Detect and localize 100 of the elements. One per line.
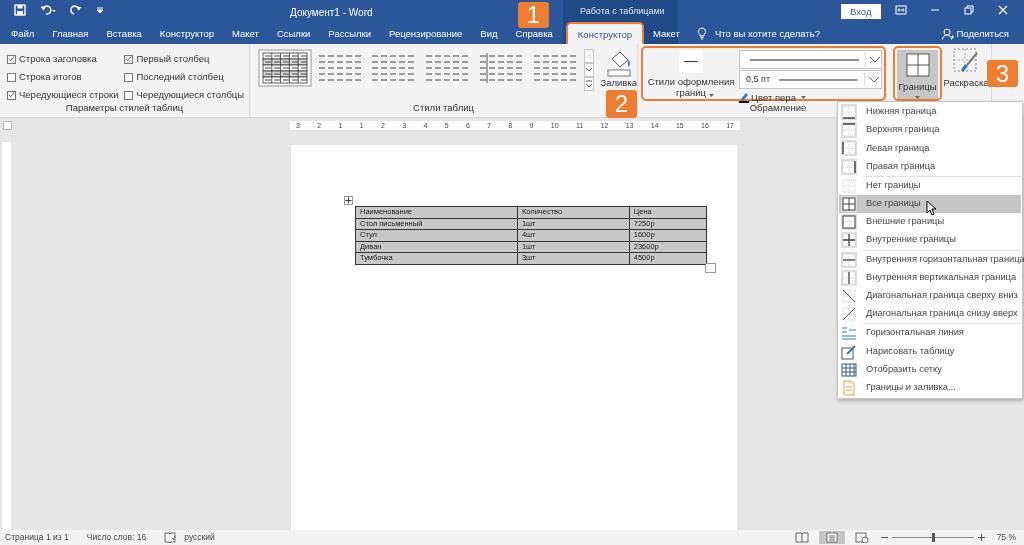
group-label: Обрамление: [749, 101, 807, 115]
zoom-level[interactable]: 75 %: [996, 531, 1016, 544]
checkbox[interactable]: [7, 54, 16, 64]
redo-icon[interactable]: [70, 4, 82, 16]
paint-bucket-icon: [605, 49, 632, 77]
group-label: Стили таблиц: [413, 100, 474, 115]
zoom-slider-thumb[interactable]: [931, 533, 935, 542]
share-button[interactable]: Поделиться: [932, 27, 1018, 41]
menu-item[interactable]: Верхняя граница: [839, 121, 1021, 140]
diagonal-down-border-icon: [841, 287, 857, 304]
web-layout-icon[interactable]: [854, 532, 869, 543]
ribbon-tab[interactable]: Вид: [471, 27, 507, 41]
border-styles-button[interactable]: Стили оформления границ: [645, 50, 737, 97]
zoom-out-icon[interactable]: [880, 534, 888, 541]
person-icon: [941, 28, 954, 40]
left-border-icon: [841, 140, 857, 157]
ribbon-tab[interactable]: Рецензирование: [380, 27, 472, 41]
menu-item[interactable]: Диагональная граница сверху вниз: [839, 286, 1021, 306]
save-icon[interactable]: [14, 4, 26, 16]
menu-item[interactable]: Нижняя граница: [839, 103, 1021, 122]
shading-button[interactable]: Заливка: [600, 49, 637, 88]
menu-item[interactable]: Границы и заливка...: [839, 378, 1021, 397]
document-icon: [841, 379, 857, 396]
line-style-dropdown[interactable]: [739, 50, 882, 69]
menu-item[interactable]: Внутренняя вертикальная граница: [839, 268, 1021, 287]
top-border-icon: [841, 122, 857, 139]
pen-weight-sample-icon: [779, 71, 881, 88]
more-styles-icon[interactable]: [584, 77, 595, 91]
group-label: Параметры стилей таблиц: [65, 100, 184, 115]
pen-weight-dropdown[interactable]: 0,5 пт: [739, 70, 882, 89]
ribbon-tab[interactable]: Макет: [644, 27, 689, 41]
menu-item[interactable]: Нет границы: [839, 176, 1021, 195]
borders-icon: [905, 53, 930, 77]
ribbon-tab[interactable]: Вставка: [97, 27, 151, 41]
ribbon-tab[interactable]: Ссылки: [267, 27, 320, 41]
checkbox[interactable]: [7, 72, 16, 82]
ribbon-display-icon[interactable]: [895, 4, 907, 16]
menu-item[interactable]: Внешние границы: [839, 213, 1021, 232]
checkbox-label: Первый столбец: [136, 51, 210, 66]
print-layout-button[interactable]: [818, 531, 845, 544]
menu-item[interactable]: Горизонтальная линия: [839, 324, 1021, 343]
caret-icon: [800, 95, 806, 99]
line-sample-icon: [679, 50, 703, 74]
pen-icon: [739, 91, 749, 103]
step-number-badge: 3: [987, 60, 1018, 87]
step-number-badge: 2: [606, 90, 637, 118]
diagonal-up-border-icon: [841, 306, 857, 323]
menu-item[interactable]: Внутренние границы: [839, 231, 1021, 250]
menu-item[interactable]: Нарисовать таблицу: [839, 342, 1021, 361]
menu-item[interactable]: Отобразить сетку: [839, 360, 1021, 379]
checkbox[interactable]: [124, 72, 134, 82]
window-title: Документ1 - Word: [290, 6, 373, 20]
checkbox-label: Чередующиеся строки: [19, 87, 119, 102]
inside-horizontal-border-icon: [841, 251, 857, 268]
close-icon[interactable]: [997, 4, 1009, 16]
no-border-icon: [841, 177, 857, 194]
ribbon-tab[interactable]: Рассылки: [319, 27, 380, 41]
table-style-thumbnail[interactable]: [258, 49, 312, 87]
inside-vertical-border-icon: [841, 269, 857, 286]
gridlines-icon: [841, 361, 857, 378]
move-handle-icon[interactable]: [344, 196, 353, 205]
inside-borders-icon: [841, 232, 857, 249]
ribbon-tab[interactable]: Конструктор: [150, 27, 223, 41]
tell-me-field[interactable]: Что вы хотите сделать?: [714, 26, 865, 41]
ribbon-tab[interactable]: Макет: [223, 27, 268, 41]
checkbox-label: Чередующиеся столбцы: [136, 87, 245, 102]
checkbox-label: Строка заголовка: [19, 51, 97, 66]
word-count[interactable]: Число слов: 16: [86, 531, 147, 544]
checkbox[interactable]: [124, 54, 134, 64]
language-indicator[interactable]: русский: [184, 531, 215, 544]
checkbox[interactable]: [124, 90, 134, 100]
outside-borders-icon: [841, 214, 857, 231]
all-borders-icon: [841, 196, 857, 213]
resize-handle-icon[interactable]: [705, 263, 716, 273]
ribbon-tab[interactable]: Справка: [506, 27, 562, 41]
restore-icon[interactable]: [963, 4, 975, 16]
scroll-down-icon[interactable]: [584, 63, 595, 77]
borders-button[interactable]: Границы: [897, 50, 938, 99]
lightbulb-icon: [696, 27, 707, 41]
checkbox-label: Строка итогов: [19, 69, 82, 84]
bottom-border-icon: [841, 104, 857, 121]
undo-icon[interactable]: [40, 4, 56, 16]
proofing-icon[interactable]: [164, 532, 177, 543]
context-tab-group-label: Работа с таблицами: [580, 5, 665, 18]
horizontal-line-icon: [841, 325, 857, 342]
read-mode-icon[interactable]: [794, 532, 809, 543]
checkbox[interactable]: [7, 90, 16, 100]
menu-item[interactable]: Левая граница: [839, 139, 1021, 158]
right-border-icon: [841, 158, 857, 175]
menu-item[interactable]: Все границы: [839, 194, 1021, 214]
sign-in-button[interactable]: Вход: [841, 4, 881, 19]
ribbon-tab[interactable]: Главная: [43, 27, 98, 41]
page-count[interactable]: Страница 1 из 1: [5, 531, 69, 544]
menu-item[interactable]: Правая граница: [839, 157, 1021, 176]
ribbon-tab[interactable]: Файл: [2, 27, 44, 41]
customize-icon[interactable]: [96, 6, 104, 14]
checkbox-label: Последний столбец: [136, 69, 224, 84]
zoom-in-icon[interactable]: [977, 534, 985, 541]
caret-icon: [915, 96, 920, 99]
menu-item[interactable]: Диагональная граница снизу вверх: [839, 305, 1021, 324]
